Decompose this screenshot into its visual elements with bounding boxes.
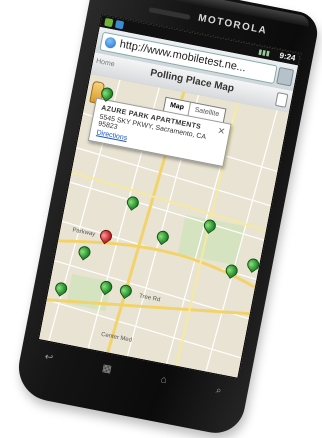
sync-notification-icon	[114, 19, 125, 30]
back-key-icon[interactable]: ↩	[44, 352, 54, 365]
globe-icon	[103, 36, 117, 50]
menu-key-icon[interactable]: ▦	[101, 363, 112, 377]
map-view[interactable]: Parkway Tree Rd Center Med Map Satellite…	[39, 74, 289, 378]
clock: 9:24	[278, 50, 297, 63]
info-window-close-icon[interactable]: ✕	[216, 125, 226, 137]
bookmark-icon[interactable]	[276, 66, 295, 87]
phone-device: MOTOROLA ▮▮▮ 9:24 http://www.mobiletest.…	[13, 0, 321, 438]
search-key-icon[interactable]: ⌕	[215, 385, 223, 398]
screenshot: MOTOROLA ▮▮▮ 9:24 http://www.mobiletest.…	[0, 0, 322, 438]
app-notification-icon	[104, 17, 114, 28]
home-key-icon[interactable]: ⌂	[160, 374, 168, 387]
page-menu-icon[interactable]	[274, 92, 289, 108]
earpiece-speaker	[148, 7, 191, 20]
signal-icon: ▮▮▮	[257, 48, 271, 58]
phone-screen: ▮▮▮ 9:24 http://www.mobiletest.ne... Hom…	[37, 13, 302, 379]
